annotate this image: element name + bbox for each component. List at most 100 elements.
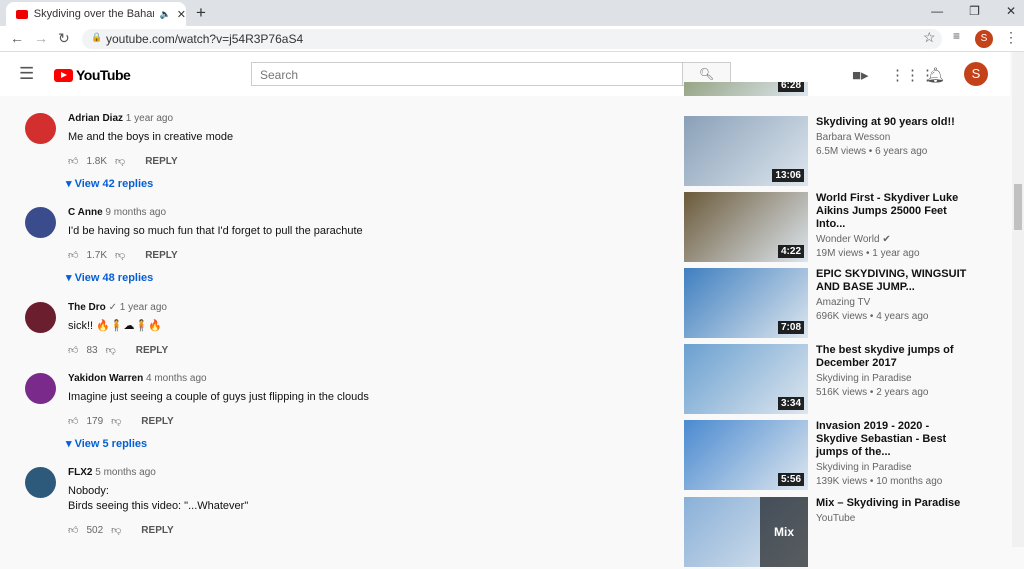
forward-icon[interactable]: → <box>34 30 48 46</box>
comment-author[interactable]: The Dro <box>68 302 106 313</box>
reply-button[interactable]: REPLY <box>145 156 177 167</box>
comment-author[interactable]: FLX2 <box>68 467 92 478</box>
video-channel: YouTube <box>816 513 971 524</box>
reply-button[interactable]: REPLY <box>141 525 173 536</box>
comment-text: sick!! 🔥🧍☁🧍🔥 <box>68 320 162 332</box>
view-replies-button[interactable]: ▾ View 48 replies <box>66 271 363 284</box>
video-title[interactable]: The best skydive jumps of December 2017 <box>816 344 971 370</box>
maximize-icon[interactable]: ❐ <box>969 4 980 18</box>
browser-profile-avatar[interactable]: S <box>975 30 993 48</box>
video-thumbnail[interactable]: 7:08 <box>684 268 808 338</box>
close-tab-icon[interactable]: ✕ <box>177 8 186 21</box>
thumbs-down-icon[interactable]: 👎︎ <box>106 344 116 356</box>
close-window-icon[interactable]: ✕ <box>1006 4 1016 18</box>
comment-author[interactable]: Adrian Diaz <box>68 113 123 124</box>
reply-button[interactable]: REPLY <box>136 345 168 356</box>
browser-tab[interactable]: Skydiving over the Bahamas 🔈 ✕ <box>6 2 186 26</box>
search-input[interactable]: Search <box>251 62 683 86</box>
comment-header: The Dro ✓ 1 year ago <box>68 302 168 313</box>
comment-author[interactable]: Yakidon Warren <box>68 373 143 384</box>
channel-name[interactable]: YouTube <box>816 513 855 524</box>
thumbs-up-icon[interactable]: 👍︎ <box>68 415 78 427</box>
video-info: The best skydive jumps of December 2017 … <box>816 344 971 398</box>
avatar[interactable] <box>25 302 56 333</box>
reload-icon[interactable]: ↻ <box>58 30 70 47</box>
comment-author[interactable]: C Anne <box>68 207 103 218</box>
logo-text: YouTube <box>76 67 131 83</box>
url-field[interactable]: 🔒 youtube.com/watch?v=j54R3P76aS4 <box>82 29 942 49</box>
scrollbar-thumb[interactable] <box>1014 184 1022 230</box>
channel-name[interactable]: Barbara Wesson <box>816 132 890 143</box>
related-video[interactable]: 5:56 Invasion 2019 - 2020 - Skydive Seba… <box>684 420 1014 492</box>
related-video[interactable]: 13:06 Skydiving at 90 years old!! Barbar… <box>684 116 1014 188</box>
thumbs-up-icon[interactable]: 👍︎ <box>68 155 78 167</box>
back-icon[interactable]: ← <box>10 30 24 46</box>
video-thumbnail[interactable]: 4:22 <box>684 192 808 262</box>
thumbs-down-icon[interactable]: 👎︎ <box>111 415 121 427</box>
view-replies-label: View 5 replies <box>74 438 148 450</box>
thumbs-down-icon[interactable]: 👎︎ <box>115 249 125 261</box>
view-replies-button[interactable]: ▾ View 42 replies <box>66 177 233 190</box>
video-thumbnail[interactable]: 5:56 <box>684 420 808 490</box>
bookmark-star-icon[interactable]: ☆ <box>923 29 936 46</box>
comment-time[interactable]: 1 year ago <box>126 113 173 124</box>
thumbs-up-icon[interactable]: 👍︎ <box>68 249 78 261</box>
comment-header: FLX2 5 months ago <box>68 467 248 478</box>
like-count: 83 <box>86 344 98 356</box>
thumbs-up-icon[interactable]: 👍︎ <box>68 524 78 536</box>
video-title[interactable]: EPIC SKYDIVING, WINGSUIT AND BASE JUMP..… <box>816 268 971 294</box>
channel-name[interactable]: Wonder World <box>816 234 880 245</box>
reply-button[interactable]: REPLY <box>141 416 173 427</box>
related-video[interactable]: 4:22 World First - Skydiver Luke Aikins … <box>684 192 1014 264</box>
video-channel: Amazing TV <box>816 297 971 308</box>
related-video[interactable]: 7:08 EPIC SKYDIVING, WINGSUIT AND BASE J… <box>684 268 1014 340</box>
like-count: 1.8K <box>86 155 108 167</box>
video-title[interactable]: Invasion 2019 - 2020 - Skydive Sebastian… <box>816 420 971 459</box>
video-title[interactable]: Skydiving at 90 years old!! <box>816 116 971 129</box>
video-thumbnail[interactable]: 6:28 <box>684 82 808 96</box>
comment-time[interactable]: 9 months ago <box>105 207 166 218</box>
avatar[interactable] <box>25 467 56 498</box>
audio-icon[interactable]: 🔈 <box>160 9 171 20</box>
media-queue-icon[interactable]: ≡ <box>953 29 960 43</box>
youtube-logo[interactable]: YouTube <box>54 67 131 83</box>
comment-text: I'd be having so much fun that I'd forge… <box>68 225 363 237</box>
comment-time[interactable]: 5 months ago <box>95 467 156 478</box>
video-info: Mix – Skydiving in Paradise YouTube <box>816 497 971 527</box>
comment-line: Birds seeing this video: "...Whatever" <box>68 500 249 512</box>
scrollbar[interactable] <box>1012 52 1024 547</box>
channel-name[interactable]: Skydiving in Paradise <box>816 373 912 384</box>
avatar[interactable] <box>25 207 56 238</box>
channel-name[interactable]: Amazing TV <box>816 297 870 308</box>
video-title[interactable]: World First - Skydiver Luke Aikins Jumps… <box>816 192 971 231</box>
avatar[interactable] <box>25 373 56 404</box>
verified-badge-icon: ✔ <box>882 234 891 245</box>
video-info: World First - Skydiver Luke Aikins Jumps… <box>816 192 971 259</box>
related-video[interactable]: 6:28 <box>684 82 1014 96</box>
related-video[interactable]: 3:34 The best skydive jumps of December … <box>684 344 1014 416</box>
video-thumbnail[interactable]: Mix <box>684 497 808 567</box>
thumbs-down-icon[interactable]: 👎︎ <box>111 524 121 536</box>
thumbs-down-icon[interactable]: 👎︎ <box>115 155 125 167</box>
comment-text: Imagine just seeing a couple of guys jus… <box>68 391 369 403</box>
thumbs-up-icon[interactable]: 👍︎ <box>68 344 78 356</box>
comment-time[interactable]: 4 months ago <box>146 373 207 384</box>
hamburger-menu-icon[interactable]: ☰ <box>19 64 34 84</box>
avatar[interactable] <box>25 113 56 144</box>
browser-menu-icon[interactable]: ⋮ <box>1004 29 1018 46</box>
video-duration: 7:08 <box>777 321 804 334</box>
channel-name[interactable]: Skydiving in Paradise <box>816 462 912 473</box>
minimize-icon[interactable]: — <box>931 4 943 18</box>
video-title[interactable]: Mix – Skydiving in Paradise <box>816 497 971 510</box>
video-duration: 13:06 <box>772 169 804 182</box>
video-thumbnail[interactable]: 13:06 <box>684 116 808 186</box>
comment-time[interactable]: 1 year ago <box>120 302 167 313</box>
new-tab-button[interactable]: + <box>196 3 206 23</box>
video-duration: Mix <box>760 497 808 567</box>
video-meta: 696K views • 4 years ago <box>816 311 929 322</box>
reply-button[interactable]: REPLY <box>145 250 177 261</box>
view-replies-button[interactable]: ▾ View 5 replies <box>66 437 369 450</box>
related-video[interactable]: Mix Mix – Skydiving in Paradise YouTube <box>684 497 1014 569</box>
video-thumbnail[interactable]: 3:34 <box>684 344 808 414</box>
video-duration: 3:34 <box>777 397 804 410</box>
